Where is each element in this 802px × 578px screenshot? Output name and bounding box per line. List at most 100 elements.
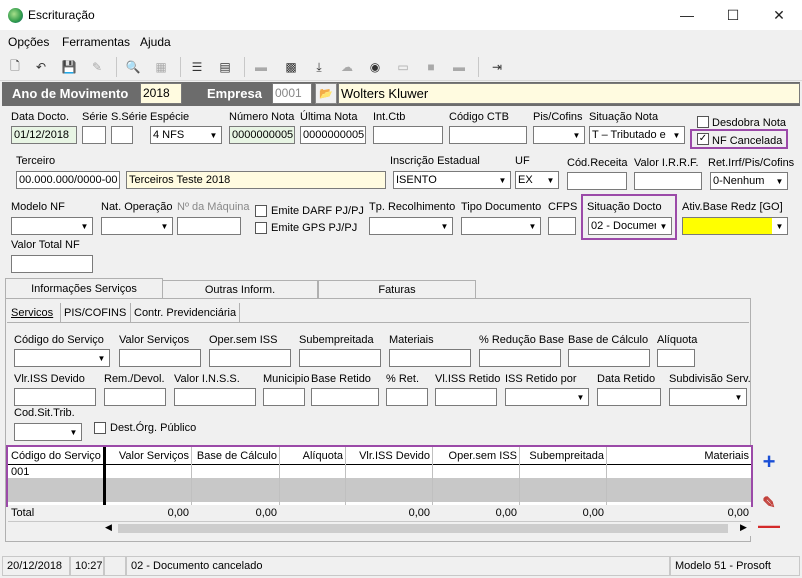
n-maquina-input[interactable] (177, 217, 241, 235)
edit-pencil-icon[interactable]: ✎ (758, 492, 780, 514)
eraser-icon[interactable]: ✎ (88, 58, 106, 76)
subtab-pis-cofins[interactable]: PIS/COFINS (60, 303, 129, 322)
add-icon[interactable]: + (758, 449, 780, 474)
base-retido-input[interactable] (311, 388, 379, 406)
chevron-down-icon: ▼ (94, 350, 109, 366)
scroll-left-icon[interactable]: ◀ (105, 522, 112, 533)
cod-sit-trib-select[interactable]: ▼ (14, 423, 82, 441)
download-icon[interactable]: ⤓ (310, 58, 328, 76)
cod-receita-input[interactable] (567, 172, 627, 190)
desdobra-nota-checkbox[interactable] (697, 116, 709, 128)
serie-input[interactable] (82, 126, 106, 144)
ret-irrf-select[interactable]: 0-Nenhum ▼ (710, 172, 788, 190)
situacao-docto-select[interactable]: 02 - Documer ▼ (588, 217, 672, 235)
tab-outras-inform[interactable]: Outras Inform. (162, 280, 318, 298)
data-docto-input[interactable]: 01/12/2018 (11, 126, 77, 144)
chevron-down-icon: ▼ (437, 218, 452, 234)
codigo-servico-select[interactable]: ▼ (14, 349, 110, 367)
vlr-iss-devido-label: Vlr.ISS Devido (14, 373, 85, 385)
new-doc-icon[interactable]: 🗋 (6, 58, 24, 76)
sserie-input[interactable] (111, 126, 133, 144)
ultima-nota-input[interactable]: 0000000005 (300, 126, 366, 144)
modelo-nf-select[interactable]: ▼ (11, 217, 93, 235)
perc-ret-input[interactable] (386, 388, 428, 406)
ano-input[interactable]: 2018 (140, 83, 182, 104)
terceiro-code-input[interactable]: 00.000.000/0000-00 (16, 171, 120, 189)
folder-icon[interactable]: ▬ (252, 58, 270, 76)
cib-icon[interactable]: ◉ (366, 58, 384, 76)
numero-nota-input[interactable]: 0000000005 (229, 126, 295, 144)
emite-darf-checkbox[interactable] (255, 205, 267, 217)
subtab-contr-previdenciaria[interactable]: Contr. Previdenciária (130, 303, 241, 322)
inscricao-select[interactable]: ISENTO ▼ (393, 171, 511, 189)
uf-select[interactable]: EX ▼ (515, 171, 559, 189)
empresa-label: Empresa (207, 86, 262, 101)
tipo-documento-select[interactable]: ▼ (461, 217, 541, 235)
menu-opcoes[interactable]: Opções (8, 35, 49, 49)
window-icon[interactable]: ▭ (394, 58, 412, 76)
exit-door-icon[interactable]: ⇥ (488, 58, 506, 76)
subtab-servicos[interactable]: Servicos (8, 303, 56, 322)
save-icon[interactable]: 💾 (60, 58, 78, 76)
data-retido-input[interactable] (597, 388, 661, 406)
square-icon[interactable]: ■ (422, 58, 440, 76)
scroll-right-icon[interactable]: ▶ (740, 522, 747, 533)
calculator-icon[interactable]: ▤ (216, 58, 234, 76)
municipio-input[interactable] (263, 388, 305, 406)
total-materiais: 0,00 (727, 507, 749, 519)
especie-select[interactable]: 4 NFS ▼ (150, 126, 222, 144)
valor-servicos-input[interactable] (119, 349, 201, 367)
chevron-down-icon: ▼ (543, 172, 558, 188)
aliquota-input[interactable] (657, 349, 695, 367)
tab-informacoes-servicos[interactable]: Informações Serviços (5, 278, 163, 299)
int-ctb-label: Int.Ctb (373, 111, 406, 123)
total-subempreitada: 0,00 (582, 507, 604, 519)
iss-retido-por-select[interactable]: ▼ (505, 388, 589, 406)
maximize-button[interactable]: ☐ (710, 0, 756, 30)
emite-gps-checkbox[interactable] (255, 222, 267, 234)
valor-inss-input[interactable] (174, 388, 256, 406)
ativ-base-select[interactable]: ▼ (682, 217, 788, 235)
tp-recolhimento-select[interactable]: ▼ (369, 217, 453, 235)
materiais-input[interactable] (389, 349, 471, 367)
subdivisao-serv-select[interactable]: ▼ (669, 388, 747, 406)
terceiro-name: Terceiros Teste 2018 (126, 171, 386, 189)
total-base-calculo: 0,00 (255, 507, 277, 519)
nat-operacao-select[interactable]: ▼ (101, 217, 173, 235)
situacao-docto-label: Situação Docto (587, 201, 662, 213)
reducao-base-input[interactable] (479, 349, 561, 367)
menu-ferramentas[interactable]: Ferramentas (62, 35, 130, 49)
valor-irrf-input[interactable] (634, 172, 702, 190)
vlr-iss-devido-input[interactable] (14, 388, 96, 406)
vl-iss-retido-input[interactable] (435, 388, 497, 406)
tree-list-icon[interactable]: ☰ (188, 58, 206, 76)
dest-org-checkbox[interactable] (94, 422, 106, 434)
situacao-nota-select[interactable]: T – Tributado e ▼ (589, 126, 685, 144)
empresa-code-input[interactable]: 0001 (272, 83, 312, 104)
menu-ajuda[interactable]: Ajuda (140, 35, 171, 49)
scrollbar-thumb[interactable] (118, 524, 728, 533)
oper-sem-iss-input[interactable] (209, 349, 291, 367)
rem-devol-input[interactable] (104, 388, 166, 406)
int-ctb-input[interactable] (373, 126, 443, 144)
subempreitada-input[interactable] (299, 349, 381, 367)
cfps-input[interactable] (548, 217, 576, 235)
film-icon[interactable]: ▩ (282, 58, 300, 76)
folder-open-icon[interactable]: 📂 (315, 83, 337, 104)
close-button[interactable]: ✕ (756, 0, 802, 30)
pis-cofins-select[interactable]: ▼ (533, 126, 585, 144)
codigo-ctb-input[interactable] (449, 126, 527, 144)
tab-faturas[interactable]: Faturas (318, 280, 476, 298)
minus-icon[interactable]: ▬ (450, 58, 468, 76)
valor-total-input[interactable] (11, 255, 93, 273)
base-calculo-input[interactable] (568, 349, 650, 367)
cloud-icon[interactable]: ☁ (338, 58, 356, 76)
undo-icon[interactable]: ↶ (32, 58, 50, 76)
nfs-icon[interactable]: ▦ (152, 58, 170, 76)
chevron-down-icon: ▼ (569, 127, 584, 143)
status-message: 02 - Documento cancelado (126, 556, 670, 576)
minimize-button[interactable]: — (664, 0, 710, 30)
preview-icon[interactable]: 🔍 (124, 58, 142, 76)
remove-icon[interactable]: — (758, 513, 780, 538)
nf-cancelada-checkbox[interactable]: ✓ (697, 133, 709, 145)
